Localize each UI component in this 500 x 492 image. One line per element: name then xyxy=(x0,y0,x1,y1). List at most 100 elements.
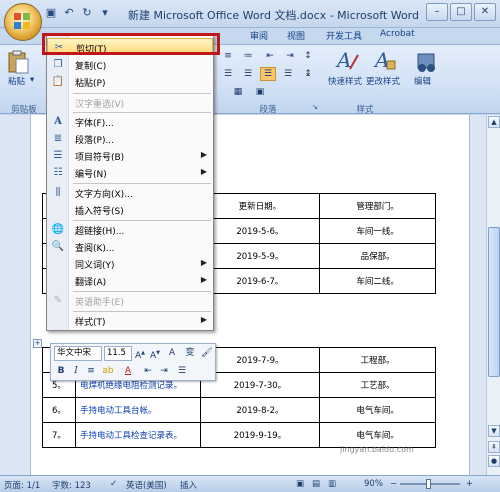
table-cell[interactable]: 品保部。 xyxy=(319,243,436,269)
table-cell[interactable]: 6。 xyxy=(42,397,76,423)
browse-object-icon[interactable]: ● xyxy=(488,455,500,467)
table-cell[interactable]: 2019-7-30。 xyxy=(199,372,321,398)
table-cell[interactable]: 手持电动工具检查记录表。 xyxy=(74,422,201,448)
table-cell[interactable]: 2019-5-9。 xyxy=(199,243,321,269)
minimize-button[interactable]: – xyxy=(426,3,448,21)
table-cell[interactable]: 2019-6-7。 xyxy=(199,268,321,294)
paragraph-dialog-launcher[interactable]: ↘ xyxy=(312,103,318,111)
tab-developer[interactable]: 开发工具 xyxy=(326,29,362,42)
bullets-icon[interactable]: ☰ xyxy=(175,364,189,378)
italic-icon[interactable]: I xyxy=(69,364,83,378)
full-screen-icon[interactable]: ▤ xyxy=(312,479,320,489)
edit-button[interactable]: 编辑 xyxy=(414,75,431,87)
zoom-level[interactable]: 90% xyxy=(364,479,383,489)
shrink-font-icon[interactable]: A▼ xyxy=(148,346,162,361)
zoom-in-icon[interactable]: + xyxy=(466,479,473,489)
distributed-icon[interactable]: ☰ xyxy=(280,67,296,81)
borders-icon[interactable]: ▣ xyxy=(252,85,268,99)
menu-item-translate[interactable]: 翻译(A) ▶ xyxy=(47,272,213,289)
table-cell[interactable]: 2019-7-9。 xyxy=(199,347,321,373)
binoculars-icon[interactable] xyxy=(414,49,440,75)
page-count[interactable]: 页面: 1/1 xyxy=(4,479,40,491)
print-layout-icon[interactable]: ▣ xyxy=(296,479,304,489)
quick-styles-button[interactable]: 快速样式 xyxy=(328,75,362,87)
menu-item-styles[interactable]: 样式(T) ▶ xyxy=(47,312,213,329)
table-cell[interactable]: 2019-8-2。 xyxy=(199,397,321,423)
menu-item-paste[interactable]: 📋 粘贴(P) xyxy=(47,73,213,90)
increase-indent-icon[interactable]: ⇥ xyxy=(157,364,171,378)
table-cell[interactable]: 管理部门。 xyxy=(319,193,436,219)
scroll-thumb[interactable] xyxy=(488,227,500,377)
justify-icon[interactable]: ☰ xyxy=(260,67,276,81)
font-name-select[interactable]: 华文中宋 xyxy=(54,346,102,361)
tab-acrobat[interactable]: Acrobat xyxy=(380,29,415,39)
prev-page-icon[interactable]: ⇞ xyxy=(488,441,500,453)
increase-indent-icon[interactable]: ⇥ xyxy=(282,49,298,63)
align-center-icon[interactable]: ☰ xyxy=(240,67,256,81)
close-button[interactable]: ✕ xyxy=(474,3,496,21)
menu-item-text-direction[interactable]: ⫼ 文字方向(X)... xyxy=(47,184,213,201)
shading-icon[interactable]: ▦ xyxy=(230,85,246,99)
phonetic-guide-icon[interactable]: 变 xyxy=(183,346,197,360)
menu-item-hyperlink[interactable]: 🌐 超链接(H)... xyxy=(47,221,213,238)
vertical-scrollbar[interactable]: ▲ ▼ ⇞ ● xyxy=(486,115,500,475)
format-painter-icon[interactable]: 🖌 xyxy=(200,346,214,360)
align-left-icon[interactable]: ☰ xyxy=(220,67,236,81)
maximize-button[interactable]: □ xyxy=(450,3,472,21)
decrease-indent-icon[interactable]: ⇤ xyxy=(141,364,155,378)
table-cell[interactable]: 电气车间。 xyxy=(319,422,436,448)
menu-item-paragraph[interactable]: ≣ 段落(P)... xyxy=(47,130,213,147)
table-cell[interactable]: 手持电动工具台帐。 xyxy=(74,397,201,423)
styles-icon[interactable]: A xyxy=(165,346,179,360)
save-icon[interactable]: ▣ xyxy=(44,6,58,20)
sort-icon[interactable]: ↕ xyxy=(300,49,316,63)
change-styles-button[interactable]: 更改样式 xyxy=(366,75,400,87)
font-color-icon[interactable]: A xyxy=(121,364,135,378)
redo-icon[interactable]: ↻ xyxy=(80,6,94,20)
menu-item-numbering[interactable]: ☷ 编号(N) ▶ xyxy=(47,164,213,181)
word-count[interactable]: 字数: 123 xyxy=(52,479,91,491)
scroll-up-icon[interactable]: ▲ xyxy=(488,116,500,128)
table-cell[interactable]: 车间一线。 xyxy=(319,218,436,244)
scroll-down-icon[interactable]: ▼ xyxy=(488,425,500,437)
table-cell[interactable]: 2019-9-19。 xyxy=(199,422,321,448)
table-cell[interactable]: 工艺部。 xyxy=(319,372,436,398)
table-cell[interactable]: 更新日期。 xyxy=(199,193,321,219)
tab-view[interactable]: 视图 xyxy=(287,29,305,42)
web-layout-icon[interactable]: ▥ xyxy=(328,479,336,489)
change-styles-icon[interactable]: A xyxy=(372,47,398,73)
paste-button[interactable]: 粘贴 xyxy=(8,75,25,87)
grow-font-icon[interactable]: A▲ xyxy=(133,346,147,361)
table-cell[interactable]: 车间二线。 xyxy=(319,268,436,294)
tab-review[interactable]: 审阅 xyxy=(250,29,268,42)
language-indicator[interactable]: 英语(美国) xyxy=(126,479,167,491)
table-cell[interactable]: 电气车间。 xyxy=(319,397,436,423)
menu-item-reconvert[interactable]: 汉字重选(V) xyxy=(47,94,213,111)
decrease-indent-icon[interactable]: ⇤ xyxy=(262,49,278,63)
menu-item-insert-symbol[interactable]: 插入符号(S) xyxy=(47,201,213,218)
numbering-icon[interactable]: ≔ xyxy=(240,49,256,63)
font-size-select[interactable]: 11.5 xyxy=(104,346,132,361)
highlight-icon[interactable]: ab xyxy=(101,364,115,378)
paste-icon[interactable] xyxy=(6,49,32,75)
table-cell[interactable]: 工程部。 xyxy=(319,347,436,373)
menu-item-english-assistant[interactable]: ✎ 英语助手(E) xyxy=(47,292,213,309)
table-cell[interactable]: 2019-5-6。 xyxy=(199,218,321,244)
menu-item-lookup[interactable]: 🔍 查阅(K)... xyxy=(47,238,213,255)
table-move-handle-icon[interactable]: + xyxy=(33,339,42,348)
quick-styles-icon[interactable]: A xyxy=(334,47,360,73)
menu-item-synonyms[interactable]: 同义词(Y) ▶ xyxy=(47,255,213,272)
bullets-icon[interactable]: ≡ xyxy=(220,49,236,63)
menu-item-font[interactable]: A 字体(F)... xyxy=(47,113,213,130)
zoom-slider-knob[interactable] xyxy=(426,479,431,489)
customize-qat-icon[interactable]: ▾ xyxy=(98,6,112,20)
menu-item-copy[interactable]: ❐ 复制(C) xyxy=(47,56,213,73)
line-spacing-icon[interactable]: ↨ xyxy=(300,67,316,81)
bold-icon[interactable]: B xyxy=(54,364,68,378)
insert-mode[interactable]: 插入 xyxy=(180,479,197,491)
table-cell[interactable]: 7。 xyxy=(42,422,76,448)
undo-icon[interactable]: ↶ xyxy=(62,6,76,20)
center-align-icon[interactable]: ≡ xyxy=(84,364,98,378)
office-button[interactable] xyxy=(4,3,42,41)
zoom-out-icon[interactable]: − xyxy=(390,479,397,489)
